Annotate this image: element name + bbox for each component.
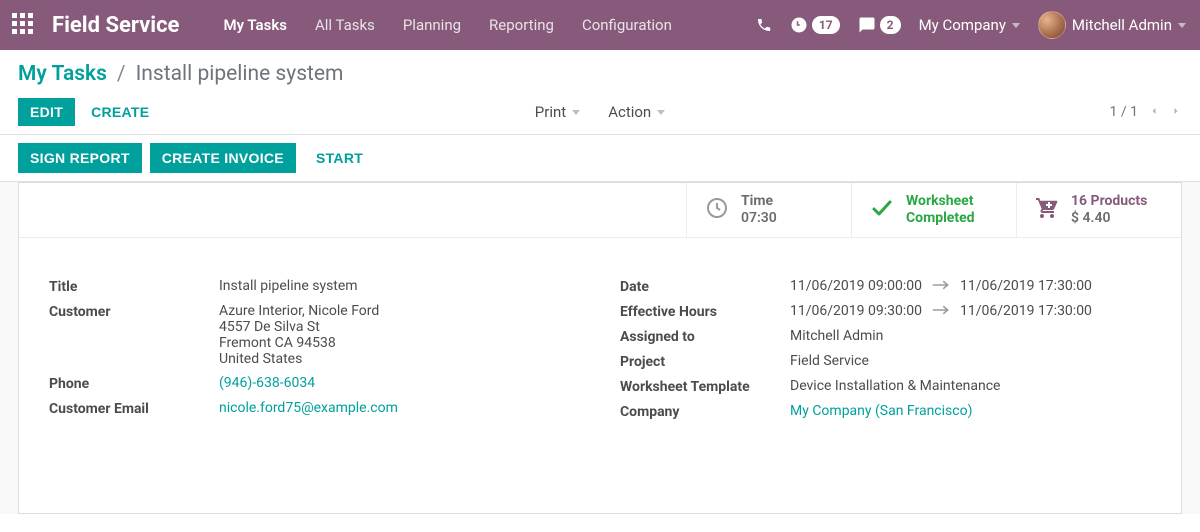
value-date-range: 11/06/2019 09:00:00 11/06/2019 17:30:00 <box>790 278 1151 294</box>
status-bar: Sign Report Create Invoice Start <box>0 135 1200 182</box>
form-col-left: Title Install pipeline system Customer A… <box>49 278 580 428</box>
value-email[interactable]: nicole.ford75@example.com <box>219 400 580 416</box>
label-worksheet-template: Worksheet Template <box>620 378 790 395</box>
chevron-down-icon <box>1178 23 1186 28</box>
value-assigned: Mitchell Admin <box>790 328 1151 344</box>
chevron-down-icon <box>1012 23 1020 28</box>
value-date-to: 11/06/2019 17:30:00 <box>960 278 1092 294</box>
breadcrumb-current: Install pipeline system <box>136 62 344 86</box>
label-customer: Customer <box>49 303 219 320</box>
pager-prev-icon[interactable] <box>1148 103 1160 121</box>
chevron-down-icon <box>657 110 665 115</box>
clock-icon <box>705 196 729 224</box>
print-dropdown[interactable]: Print <box>535 103 580 121</box>
check-icon <box>870 196 894 224</box>
label-effective-hours: Effective Hours <box>620 303 790 320</box>
stat-button-products[interactable]: 16 Products $ 4.40 <box>1016 183 1181 237</box>
apps-icon[interactable] <box>12 13 36 37</box>
value-company[interactable]: My Company (San Francisco) <box>790 403 1151 419</box>
form-sheet-bg: Time 07:30 Worksheet Completed 16 Pr <box>0 182 1200 514</box>
value-phone[interactable]: (946)-638-6034 <box>219 375 580 391</box>
pager-next-icon[interactable] <box>1170 103 1182 121</box>
company-switcher[interactable]: My Company <box>919 16 1020 34</box>
form-sheet: Time 07:30 Worksheet Completed 16 Pr <box>18 182 1182 514</box>
print-label: Print <box>535 103 566 121</box>
value-eff-from: 11/06/2019 09:30:00 <box>790 303 922 319</box>
value-date-from: 11/06/2019 09:00:00 <box>790 278 922 294</box>
value-worksheet-template: Device Installation & Maintenance <box>790 378 1151 394</box>
user-name: Mitchell Admin <box>1072 16 1172 34</box>
menu-planning[interactable]: Planning <box>389 0 475 50</box>
discuss-icon[interactable]: 2 <box>858 16 901 34</box>
company-name: My Company <box>919 16 1006 34</box>
stat-time-value: 07:30 <box>741 210 777 228</box>
arrow-right-icon <box>932 303 950 319</box>
label-assigned: Assigned to <box>620 328 790 345</box>
discuss-count: 2 <box>880 16 901 34</box>
stat-time-label: Time <box>741 193 777 211</box>
value-address-line2: Fremont CA 94538 <box>219 335 580 351</box>
navbar-right: 17 2 My Company Mitchell Admin <box>756 11 1186 39</box>
stat-products-value: $ 4.40 <box>1071 210 1147 228</box>
avatar <box>1038 11 1066 39</box>
value-address-line1: 4557 De Silva St <box>219 319 580 335</box>
activities-icon[interactable]: 17 <box>790 16 840 34</box>
stat-button-time[interactable]: Time 07:30 <box>686 183 851 237</box>
label-title: Title <box>49 278 219 295</box>
stat-worksheet-value: Completed <box>906 210 975 228</box>
menu-reporting[interactable]: Reporting <box>475 0 568 50</box>
user-menu[interactable]: Mitchell Admin <box>1038 11 1186 39</box>
label-email: Customer Email <box>49 400 219 417</box>
create-button[interactable]: Create <box>79 98 161 126</box>
stat-button-box: Time 07:30 Worksheet Completed 16 Pr <box>19 183 1181 238</box>
sign-report-button[interactable]: Sign Report <box>18 143 142 173</box>
control-panel: My Tasks / Install pipeline system Edit … <box>0 50 1200 135</box>
form-col-right: Date 11/06/2019 09:00:00 11/06/2019 17:3… <box>620 278 1151 428</box>
breadcrumb: My Tasks / Install pipeline system <box>18 62 1182 86</box>
menu-my-tasks[interactable]: My Tasks <box>209 0 301 50</box>
activities-count: 17 <box>812 16 840 34</box>
stat-worksheet-label: Worksheet <box>906 193 975 211</box>
stat-products-label: 16 Products <box>1071 193 1147 211</box>
cart-plus-icon <box>1035 196 1059 224</box>
value-title: Install pipeline system <box>219 278 580 294</box>
menu-all-tasks[interactable]: All Tasks <box>301 0 389 50</box>
main-menu: My Tasks All Tasks Planning Reporting Co… <box>209 0 685 50</box>
label-date: Date <box>620 278 790 295</box>
chevron-down-icon <box>572 110 580 115</box>
action-dropdown[interactable]: Action <box>608 103 665 121</box>
start-button[interactable]: Start <box>304 143 375 173</box>
label-project: Project <box>620 353 790 370</box>
label-phone: Phone <box>49 375 219 392</box>
arrow-right-icon <box>932 278 950 294</box>
value-eff-range: 11/06/2019 09:30:00 11/06/2019 17:30:00 <box>790 303 1151 319</box>
value-address-line3: United States <box>219 351 580 367</box>
action-label: Action <box>608 103 651 121</box>
sheet-body: Title Install pipeline system Customer A… <box>19 238 1181 454</box>
menu-configuration[interactable]: Configuration <box>568 0 686 50</box>
edit-button[interactable]: Edit <box>18 98 75 126</box>
breadcrumb-root[interactable]: My Tasks <box>18 62 107 86</box>
pager-value: 1 / 1 <box>1110 104 1138 120</box>
pager: 1 / 1 <box>1110 103 1182 121</box>
voip-icon[interactable] <box>756 17 772 33</box>
value-project: Field Service <box>790 353 1151 369</box>
top-navbar: Field Service My Tasks All Tasks Plannin… <box>0 0 1200 50</box>
value-eff-to: 11/06/2019 17:30:00 <box>960 303 1092 319</box>
value-customer[interactable]: Azure Interior, Nicole Ford <box>219 303 580 319</box>
label-company: Company <box>620 403 790 420</box>
create-invoice-button[interactable]: Create Invoice <box>150 143 296 173</box>
stat-button-worksheet[interactable]: Worksheet Completed <box>851 183 1016 237</box>
breadcrumb-sep: / <box>117 62 126 86</box>
app-brand[interactable]: Field Service <box>52 13 179 38</box>
